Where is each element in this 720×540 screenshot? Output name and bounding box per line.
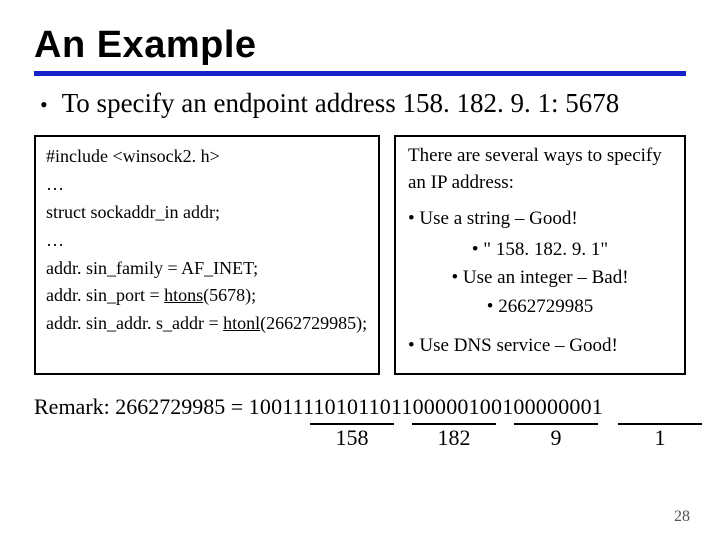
bullet-icon: •	[40, 94, 48, 116]
code-text: addr. sin_addr. s_addr =	[46, 313, 223, 333]
code-line: …	[46, 227, 368, 255]
main-bullet: • To specify an endpoint address 158. 18…	[40, 88, 686, 119]
remark-binary: 10011110101101100000100100000001	[249, 393, 603, 421]
slide-title: An Example	[34, 24, 686, 67]
code-text: (2662729985);	[260, 313, 367, 333]
octet-3: 9	[508, 423, 604, 451]
notes-lead: There are several ways to specify an IP …	[408, 143, 672, 196]
code-line: struct sockaddr_in addr;	[46, 199, 368, 227]
slide: An Example • To specify an endpoint addr…	[0, 0, 720, 540]
octet-1: 158	[304, 423, 400, 451]
code-fn-htons: htons	[164, 285, 203, 305]
notes-box: There are several ways to specify an IP …	[394, 135, 686, 375]
remark-prefix: Remark: 2662729985 =	[34, 394, 249, 419]
notes-subpoint: • 2662729985	[408, 294, 672, 321]
page-number: 28	[674, 508, 690, 526]
code-line: addr. sin_family = AF_INET;	[46, 255, 368, 283]
code-line: …	[46, 171, 368, 199]
notes-point: • Use a string – Good!	[408, 206, 672, 233]
octet-value: 9	[551, 425, 562, 450]
content-row: #include <winsock2. h> … struct sockaddr…	[34, 135, 686, 375]
notes-subpoint: • " 158. 182. 9. 1"	[408, 237, 672, 264]
code-text: addr. sin_port =	[46, 285, 164, 305]
code-box: #include <winsock2. h> … struct sockaddr…	[34, 135, 380, 375]
octet-value: 182	[438, 425, 471, 450]
notes-point: • Use an integer – Bad!	[408, 265, 672, 292]
code-text: (5678);	[203, 285, 256, 305]
code-line: addr. sin_port = htons(5678);	[46, 282, 368, 310]
notes-point: • Use DNS service – Good!	[408, 333, 672, 360]
octet-value: 158	[336, 425, 369, 450]
octet-value: 1	[655, 425, 666, 450]
bullet-text: To specify an endpoint address 158. 182.…	[62, 88, 620, 119]
code-line: addr. sin_addr. s_addr = htonl(266272998…	[46, 310, 368, 338]
code-fn-htonl: htonl	[223, 313, 260, 333]
octet-4: 1	[612, 423, 708, 451]
octet-labels: 158 182 9 1	[304, 423, 720, 457]
code-line: #include <winsock2. h>	[46, 143, 368, 171]
octet-2: 182	[406, 423, 502, 451]
remark-line: Remark: 2662729985 = 1001111010110110000…	[34, 393, 686, 421]
title-underline	[34, 71, 686, 76]
